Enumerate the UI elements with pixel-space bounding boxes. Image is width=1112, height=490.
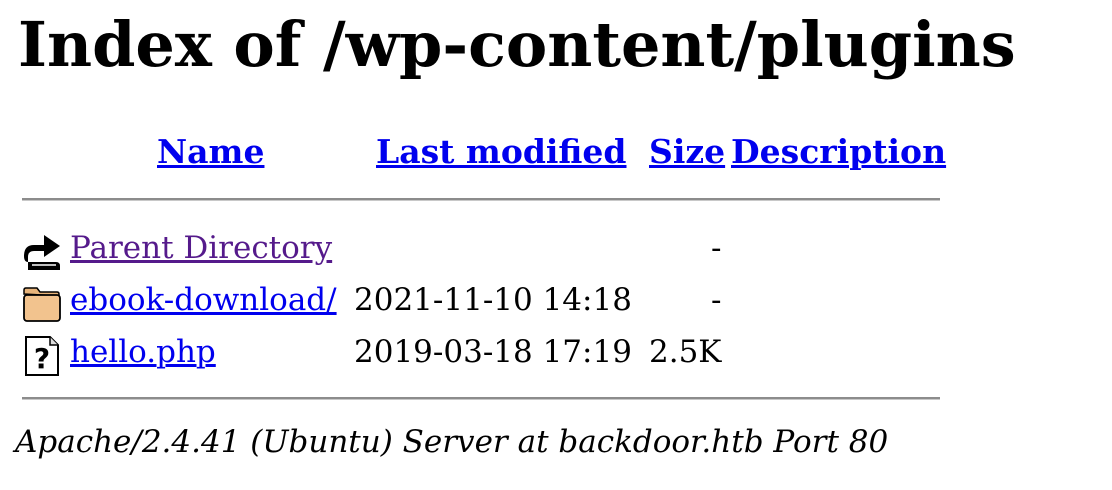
- unknown-file-icon: ?: [25, 336, 59, 376]
- last-modified-date: 2019-03-18 17:19: [354, 334, 632, 370]
- last-modified-date: 2021-11-10 14:18: [354, 282, 632, 318]
- sort-by-size-link[interactable]: Size: [649, 130, 725, 174]
- ebook-download-link[interactable]: ebook-download/: [70, 278, 337, 322]
- list-item: ebook-download/ 2021-11-10 14:18 -: [0, 278, 960, 322]
- sort-by-description-link[interactable]: Description: [731, 130, 946, 174]
- file-size: 2.5K: [649, 334, 722, 370]
- list-item: ? hello.php 2019-03-18 17:19 2.5K: [0, 330, 960, 376]
- hello-php-link[interactable]: hello.php: [70, 330, 216, 374]
- file-size: -: [711, 282, 722, 318]
- server-signature: Apache/2.4.41 (Ubuntu) Server at backdoo…: [15, 424, 889, 460]
- header-divider: [22, 198, 940, 201]
- file-size: -: [711, 230, 722, 266]
- sort-by-last-modified-link[interactable]: Last modified: [376, 130, 627, 174]
- sort-by-name-link[interactable]: Name: [157, 130, 264, 174]
- page-title: Index of /wp-content/plugins: [18, 8, 1016, 81]
- list-item: Parent Directory -: [0, 226, 960, 270]
- folder-icon: [23, 287, 61, 322]
- footer-divider: [22, 397, 940, 400]
- back-arrow-icon: [24, 235, 60, 270]
- parent-directory-link[interactable]: Parent Directory: [70, 226, 332, 270]
- svg-text:?: ?: [34, 342, 50, 375]
